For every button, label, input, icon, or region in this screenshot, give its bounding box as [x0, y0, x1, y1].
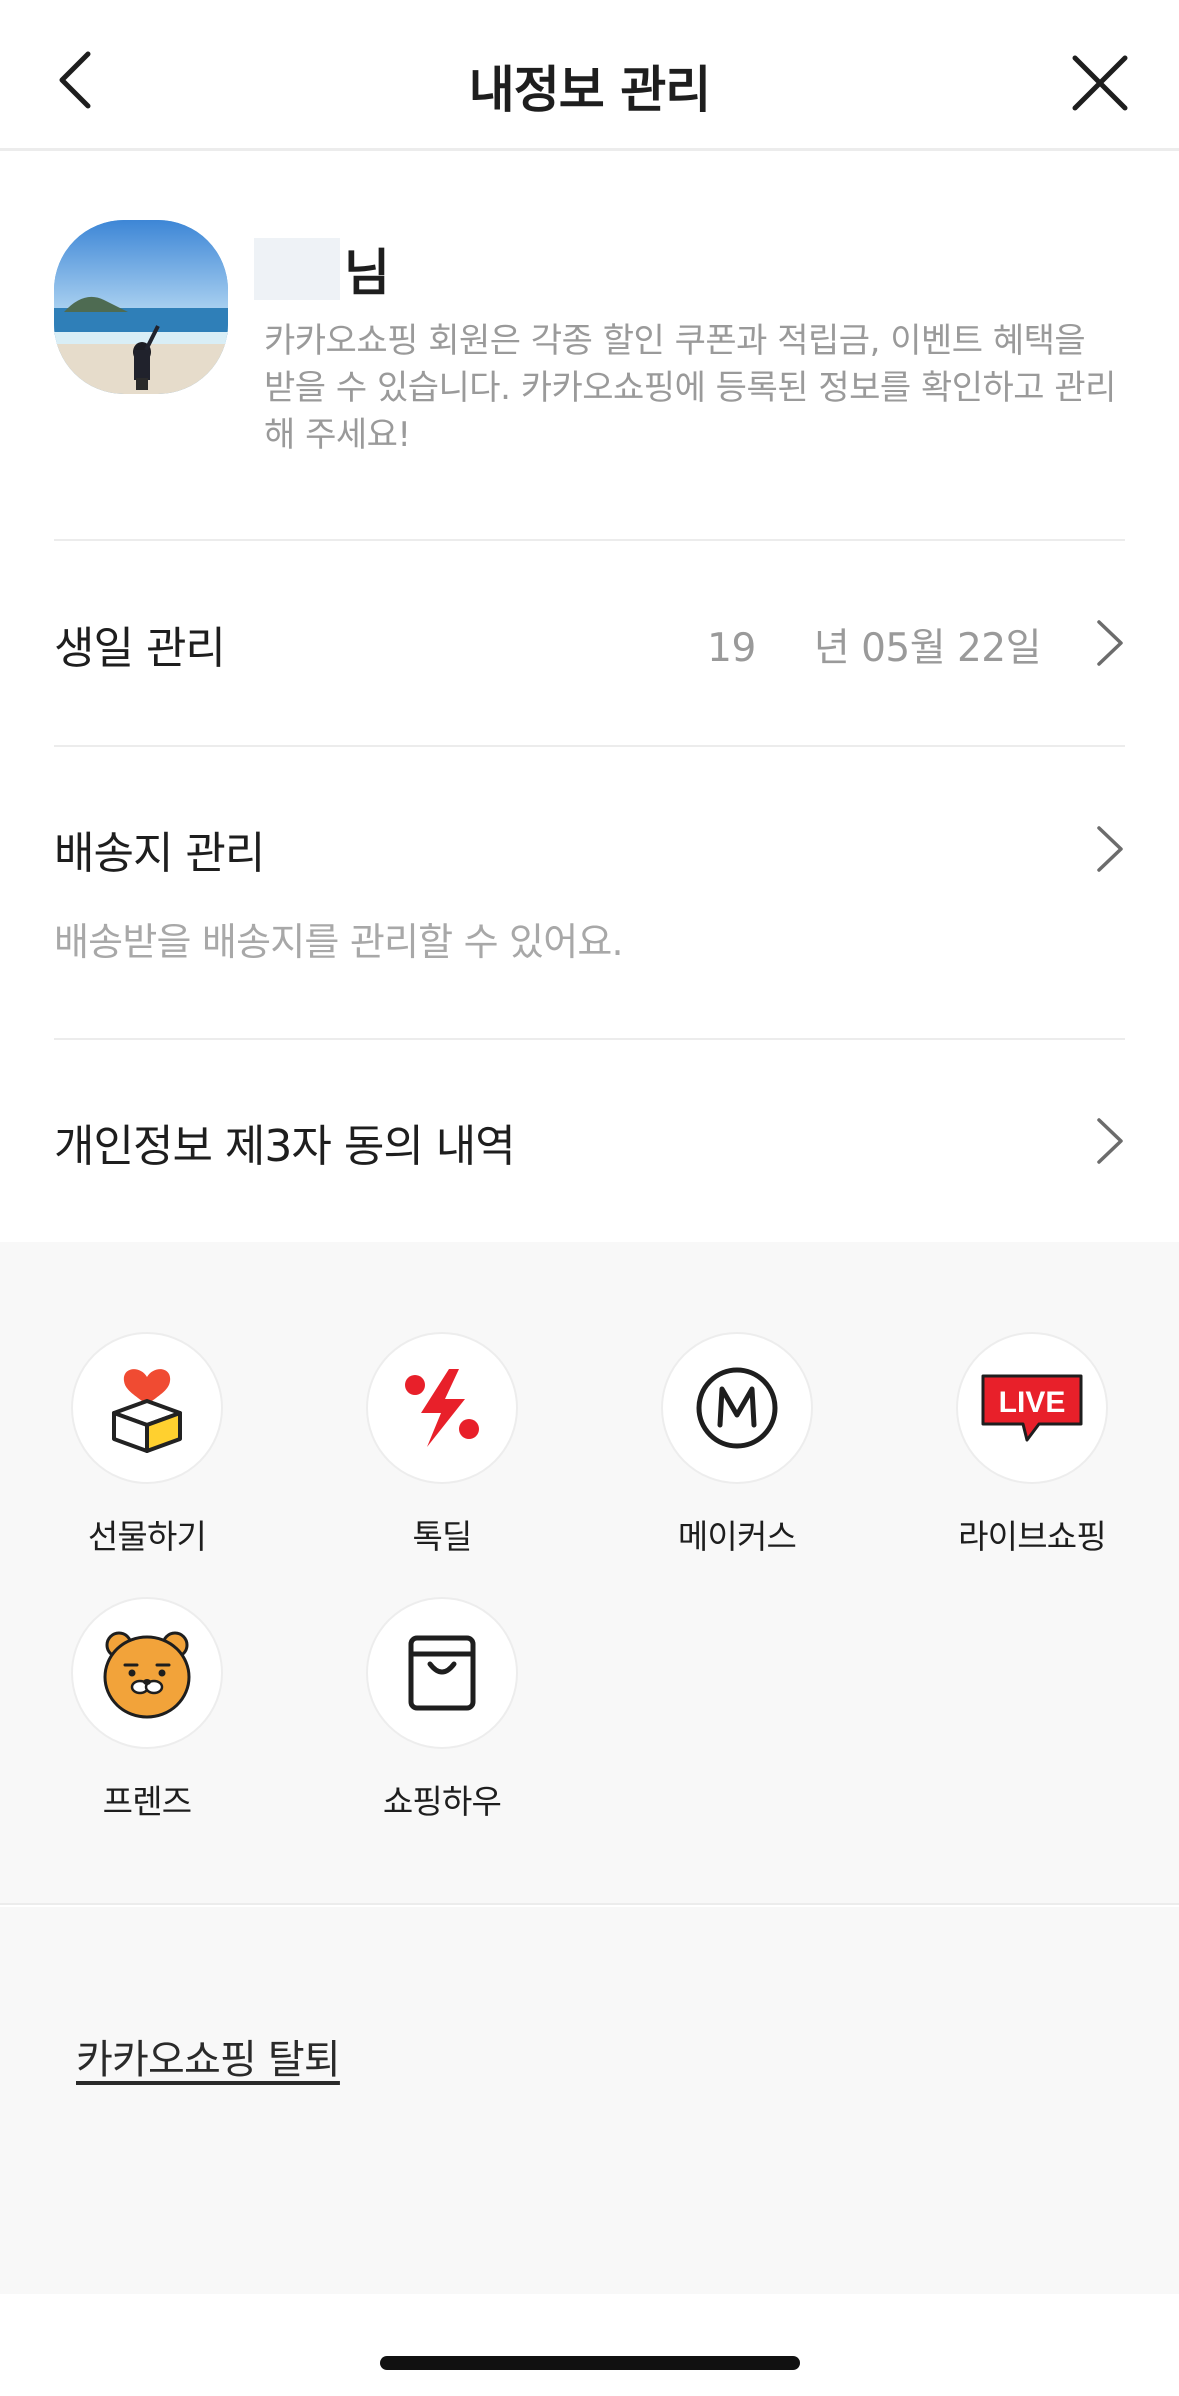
service-label: 메이커스 [677, 1517, 797, 1556]
service-makers[interactable]: 메이커스 [637, 1332, 837, 1558]
profile-name: 님 [254, 238, 390, 302]
talkdeal-icon-button[interactable] [366, 1332, 518, 1484]
service-shopping-how[interactable]: 쇼핑하우 [342, 1597, 542, 1823]
birthday-label: 생일 관리 [54, 623, 226, 674]
gift-box-heart-icon [112, 1369, 182, 1453]
page-title: 내정보 관리 [468, 61, 711, 119]
svg-text:LIVE: LIVE [999, 1386, 1066, 1419]
shopping-how-icon-button[interactable] [366, 1597, 518, 1749]
ryan-bear-icon [103, 1631, 191, 1719]
service-talkdeal[interactable]: 톡딜 [342, 1332, 542, 1558]
service-label: 선물하기 [87, 1517, 207, 1556]
name-redacted [254, 238, 340, 300]
makers-icon-button[interactable] [661, 1332, 813, 1484]
service-friends[interactable]: 프렌즈 [47, 1597, 247, 1823]
service-label: 쇼핑하우 [382, 1782, 502, 1821]
live-icon-button[interactable]: LIVE [956, 1332, 1108, 1484]
service-live-shopping[interactable]: LIVE 라이브쇼핑 [932, 1332, 1132, 1558]
service-shortcuts: 선물하기 톡딜 메이커스 LIVE 라이브쇼핑 프렌즈 쇼핑하우 [0, 1242, 1179, 1905]
friends-icon-button[interactable] [71, 1597, 223, 1749]
birthday-value: 19 년 05월 22일 [707, 617, 1042, 673]
makers-m-icon [696, 1367, 778, 1449]
service-label: 프렌즈 [102, 1782, 192, 1821]
profile-photo [54, 220, 228, 394]
avatar[interactable] [54, 220, 228, 394]
live-badge-icon: LIVE [981, 1374, 1083, 1442]
birthday-menu-row[interactable]: 생일 관리 19 년 05월 22일 [0, 541, 1179, 745]
service-label: 톡딜 [412, 1517, 472, 1556]
talkdeal-percent-icon [405, 1369, 479, 1447]
close-button[interactable] [1069, 52, 1131, 114]
chevron-right-icon [1097, 620, 1123, 666]
shopping-bag-icon [408, 1635, 476, 1711]
close-icon [1072, 55, 1128, 111]
profile-section: 님 카카오쇼핑 회원은 각종 할인 쿠폰과 적립금, 이벤트 혜택을 받을 수 … [0, 154, 1179, 539]
footer-section: 카카오쇼핑 탈퇴 [0, 1907, 1179, 2294]
service-gift[interactable]: 선물하기 [47, 1332, 247, 1558]
consent-menu-row[interactable]: 개인정보 제3자 동의 내역 [0, 1040, 1179, 1242]
shipping-description: 배송받을 배송지를 관리할 수 있어요. [54, 920, 624, 964]
profile-description: 카카오쇼핑 회원은 각종 할인 쿠폰과 적립금, 이벤트 혜택을 받을 수 있습… [264, 321, 1116, 455]
shipping-menu-row[interactable]: 배송지 관리 배송받을 배송지를 관리할 수 있어요. [0, 747, 1179, 1038]
birthday-redacted [755, 628, 814, 673]
safe-area-bottom [0, 2294, 1179, 2396]
consent-label: 개인정보 제3자 동의 내역 [54, 1121, 516, 1172]
gift-icon-button[interactable] [71, 1332, 223, 1484]
chevron-right-icon [1097, 826, 1123, 872]
home-indicator[interactable] [380, 2356, 800, 2370]
service-label: 라이브쇼핑 [958, 1517, 1107, 1556]
birthday-year-prefix: 19 [707, 626, 756, 671]
withdraw-link[interactable]: 카카오쇼핑 탈퇴 [76, 2027, 341, 2085]
chevron-right-icon [1097, 1118, 1123, 1164]
birthday-date: 년 05월 22일 [813, 626, 1042, 671]
name-suffix: 님 [344, 244, 390, 302]
top-nav-bar: 내정보 관리 [0, 0, 1179, 151]
shipping-label: 배송지 관리 [54, 828, 265, 879]
